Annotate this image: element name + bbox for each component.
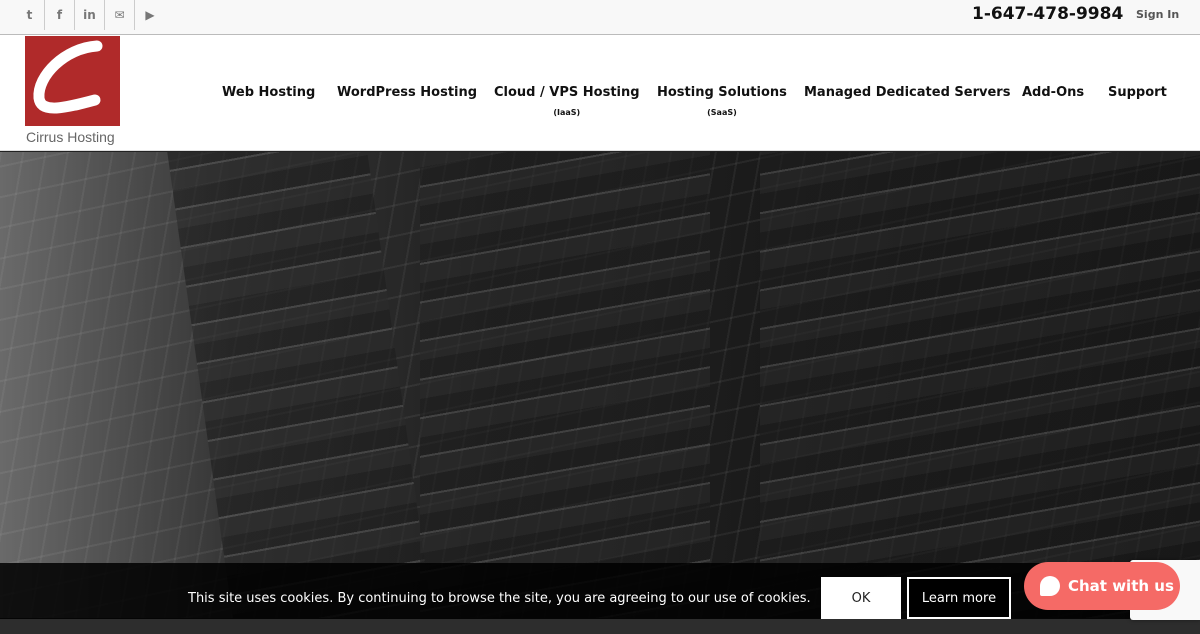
nav-sublabel: (SaaS) xyxy=(707,108,737,117)
chat-with-us-button[interactable]: Chat with us xyxy=(1024,562,1180,610)
logo-c-mark-icon xyxy=(33,40,103,114)
footer-strip xyxy=(0,619,1200,634)
nav-hosting-solutions[interactable]: Hosting Solutions (SaaS) xyxy=(657,85,787,117)
nav-sublabel: (IaaS) xyxy=(553,108,581,117)
top-bar: t f in ✉ ▶ 1-647-478-9984 Sign In xyxy=(0,0,1200,35)
server-rack xyxy=(420,152,710,618)
social-links: t f in ✉ ▶ xyxy=(15,0,165,30)
nav-label: Cloud / VPS Hosting xyxy=(494,85,640,100)
logo-text: Cirrus Hosting xyxy=(26,129,115,145)
nav-wordpress-hosting[interactable]: WordPress Hosting xyxy=(337,85,477,100)
chat-label: Chat with us xyxy=(1068,577,1174,595)
nav-web-hosting[interactable]: Web Hosting xyxy=(222,85,315,100)
server-rack xyxy=(760,152,1200,618)
cookie-message: This site uses cookies. By continuing to… xyxy=(188,591,811,606)
sign-in-link[interactable]: Sign In xyxy=(1136,8,1179,21)
cookie-ok-button[interactable]: OK xyxy=(821,577,901,619)
mail-icon[interactable]: ✉ xyxy=(105,0,135,30)
logo[interactable] xyxy=(25,36,120,126)
cookie-banner: This site uses cookies. By continuing to… xyxy=(0,563,1200,619)
nav-support[interactable]: Support xyxy=(1108,85,1167,100)
nav-cloud-vps-hosting[interactable]: Cloud / VPS Hosting (IaaS) xyxy=(494,85,640,117)
nav-add-ons[interactable]: Add-Ons xyxy=(1022,85,1084,100)
server-rack xyxy=(167,152,433,618)
facebook-icon[interactable]: f xyxy=(45,0,75,30)
nav-label: Hosting Solutions xyxy=(657,85,787,100)
cookie-learn-more-button[interactable]: Learn more xyxy=(907,577,1011,619)
youtube-icon[interactable]: ▶ xyxy=(135,0,165,30)
nav-managed-dedicated-servers[interactable]: Managed Dedicated Servers xyxy=(804,85,1010,100)
site-header: Cirrus Hosting Web Hosting WordPress Hos… xyxy=(0,35,1200,151)
linkedin-icon[interactable]: in xyxy=(75,0,105,30)
twitter-icon[interactable]: t xyxy=(15,0,45,30)
hero-server-image xyxy=(0,152,1200,618)
chat-bubble-icon xyxy=(1040,576,1060,596)
phone-number[interactable]: 1-647-478-9984 xyxy=(972,4,1123,24)
